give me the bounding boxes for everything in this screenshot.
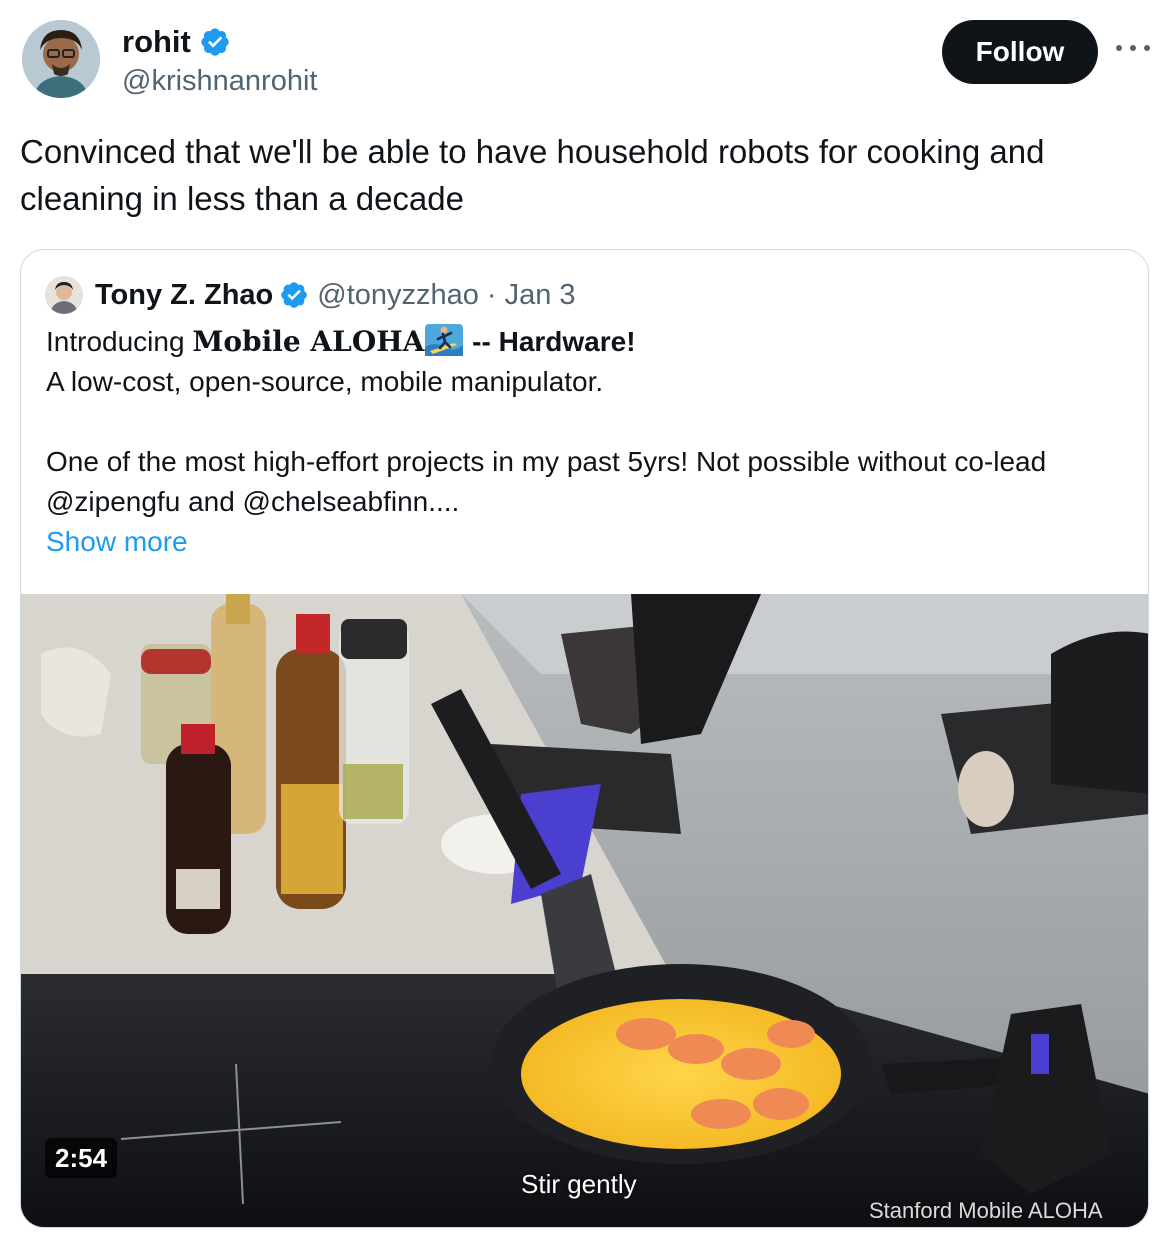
quoted-tweet-card[interactable]: Tony Z. Zhao @tonyzzhao · Jan 3 Introduc… — [20, 249, 1149, 1228]
hardware-text: -- Hardware! — [464, 326, 636, 357]
author-avatar[interactable] — [22, 20, 100, 98]
video-duration: 2:54 — [45, 1138, 118, 1178]
video-watermark: Stanford Mobile ALOHA — [869, 1198, 1103, 1223]
quoted-line-2: A low-cost, open-source, mobile manipula… — [46, 366, 604, 397]
intro-text: Introducing — [46, 326, 193, 357]
verified-badge-icon — [201, 28, 229, 56]
quoted-header: Tony Z. Zhao @tonyzzhao · Jan 3 — [95, 276, 576, 314]
author-name-row: rohit — [122, 24, 231, 60]
video-frame — [21, 594, 1148, 1227]
author-display-name[interactable]: rohit — [122, 24, 191, 60]
quoted-author-avatar[interactable] — [45, 276, 83, 314]
header-separator: · — [486, 278, 497, 311]
video-player[interactable]: 2:54 Stir gently Stanford Mobile ALOHA — [21, 594, 1148, 1227]
author-handle[interactable]: @krishnanrohit — [122, 64, 317, 98]
quoted-line-1: Introducing Mobile ALOHA -- Hardware! — [46, 322, 1126, 362]
more-dot — [1144, 45, 1150, 51]
tweet-text: Convinced that we'll be able to have hou… — [20, 133, 1045, 217]
quoted-text: Introducing Mobile ALOHA -- Hardware! A … — [46, 322, 1126, 562]
verified-badge-icon — [281, 282, 308, 308]
show-more-link[interactable]: Show more — [46, 526, 188, 557]
more-dot — [1116, 45, 1122, 51]
quoted-handle[interactable]: @tonyzzhao — [317, 279, 479, 312]
quoted-line-3: One of the most high-effort projects in … — [46, 446, 1047, 517]
more-options-icon[interactable] — [1116, 38, 1150, 58]
quoted-display-name[interactable]: Tony Z. Zhao — [95, 279, 273, 312]
surfer-emoji — [425, 324, 464, 356]
quoted-date[interactable]: Jan 3 — [505, 279, 576, 312]
video-caption: Stir gently — [521, 1169, 637, 1199]
product-name: Mobile ALOHA — [192, 325, 425, 358]
quoted-blank-line — [46, 402, 1126, 442]
follow-button[interactable]: Follow — [942, 20, 1098, 84]
more-dot — [1130, 45, 1136, 51]
